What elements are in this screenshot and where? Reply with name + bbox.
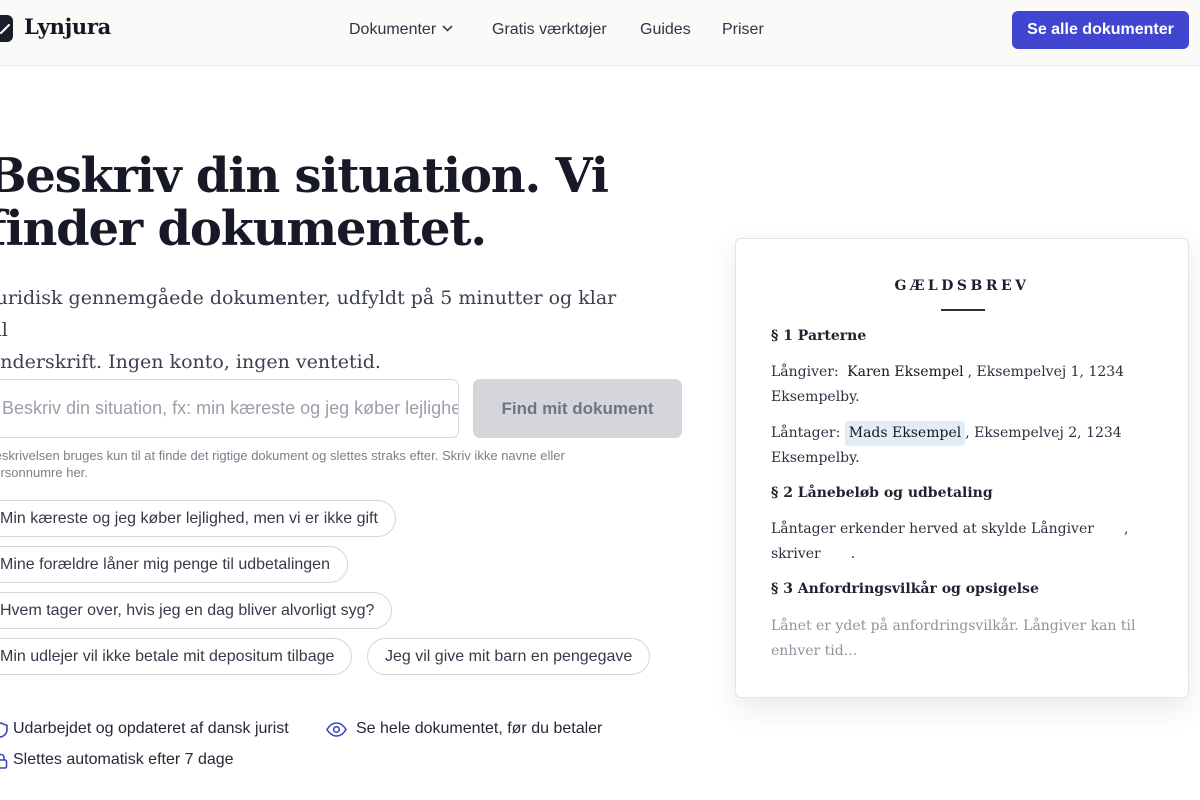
para-text: Låntager erkender herved at skylde Långi… (771, 521, 1094, 537)
suggestion-chip[interactable]: Hvem tager over, hvis jeg en dag bliver … (0, 592, 393, 629)
terms-paragraph: Lånet er ydet på anfordringsvilkår. Lång… (771, 618, 1136, 659)
eye-icon (326, 722, 347, 737)
section-heading: § 2 Lånebeløb og udbetaling (771, 485, 993, 501)
nav-item-free-tools[interactable]: Gratis værktøjer (492, 21, 607, 39)
page-title: Beskriv din situation. Vi finder dokumen… (0, 150, 686, 256)
logo-text[interactable]: Lynjura (24, 14, 111, 39)
title-divider (941, 309, 985, 311)
borrower-label: Låntager: (771, 425, 841, 441)
situation-search-input[interactable] (0, 379, 459, 438)
nav-item-prices[interactable]: Priser (722, 21, 764, 39)
chevron-down-icon (442, 25, 453, 32)
shield-icon (0, 722, 8, 738)
suggestion-chip[interactable]: Jeg vil give mit barn en pengegave (367, 638, 651, 675)
borrower-name: Mads Eksempel (844, 421, 966, 446)
lender-label: Långiver: (771, 364, 839, 380)
feature-item: Udarbejdet og opdateret af dansk jurist (0, 720, 289, 738)
suggestion-chip[interactable]: Min kæreste og jeg køber lejlighed, men … (0, 500, 396, 537)
feature-text: Udarbejdet og opdateret af dansk jurist (13, 720, 289, 737)
logo-icon[interactable] (0, 15, 13, 42)
document-preview-card: GÆLDSBREV § 1 Parterne Långiver: Karen E… (735, 238, 1189, 698)
privacy-disclaimer: Beskrivelsen bruges kun til at finde det… (0, 448, 565, 480)
loan-amount-paragraph: Låntager erkender herved at skylde Långi… (771, 517, 1156, 567)
feature-text: Slettes automatisk efter 7 dage (13, 751, 234, 768)
site-header: Lynjura Dokumenter Gratis værktøjer Guid… (0, 0, 1200, 66)
document-title: GÆLDSBREV (894, 278, 1030, 294)
subtitle-line-2: underskrift. Ingen konto, ingen ventetid… (0, 351, 381, 373)
para-text: . (850, 546, 856, 562)
title-line-2: finder dokumentet. (0, 201, 487, 257)
lender-name: Karen Eksempel (847, 364, 964, 380)
title-line-1: Beskriv din situation. Vi (0, 148, 609, 204)
find-document-button[interactable]: Find mit dokument (473, 379, 682, 438)
feature-item: Se hele dokumentet, før du betaler (326, 720, 602, 738)
lock-icon (0, 753, 8, 769)
section-heading: § 1 Parterne (771, 328, 867, 344)
feature-item: Slettes automatisk efter 7 dage (0, 751, 234, 769)
borrower-paragraph: Låntager: Mads Eksempel, Eksempelvej 2, … (771, 421, 1156, 471)
suggestion-chip[interactable]: Min udlejer vil ikke betale mit depositu… (0, 638, 353, 675)
lender-paragraph: Långiver: Karen Eksempel, Eksempelvej 1,… (771, 360, 1156, 410)
see-all-documents-button[interactable]: Se alle dokumenter (1012, 11, 1189, 49)
suggestion-chip[interactable]: Mine forældre låner mig penge til udbeta… (0, 546, 348, 583)
nav-item-label: Dokumenter (349, 21, 437, 38)
feature-text: Se hele dokumentet, før du betaler (356, 720, 603, 737)
nav-item-guides[interactable]: Guides (640, 21, 691, 39)
subtitle-line-1: Juridisk gennemgåede dokumenter, udfyldt… (0, 287, 617, 341)
page-subtitle: Juridisk gennemgåede dokumenter, udfyldt… (0, 282, 628, 378)
nav-item-documents[interactable]: Dokumenter (349, 21, 453, 39)
section-heading: § 3 Anfordringsvilkår og opsigelse (771, 581, 1039, 597)
